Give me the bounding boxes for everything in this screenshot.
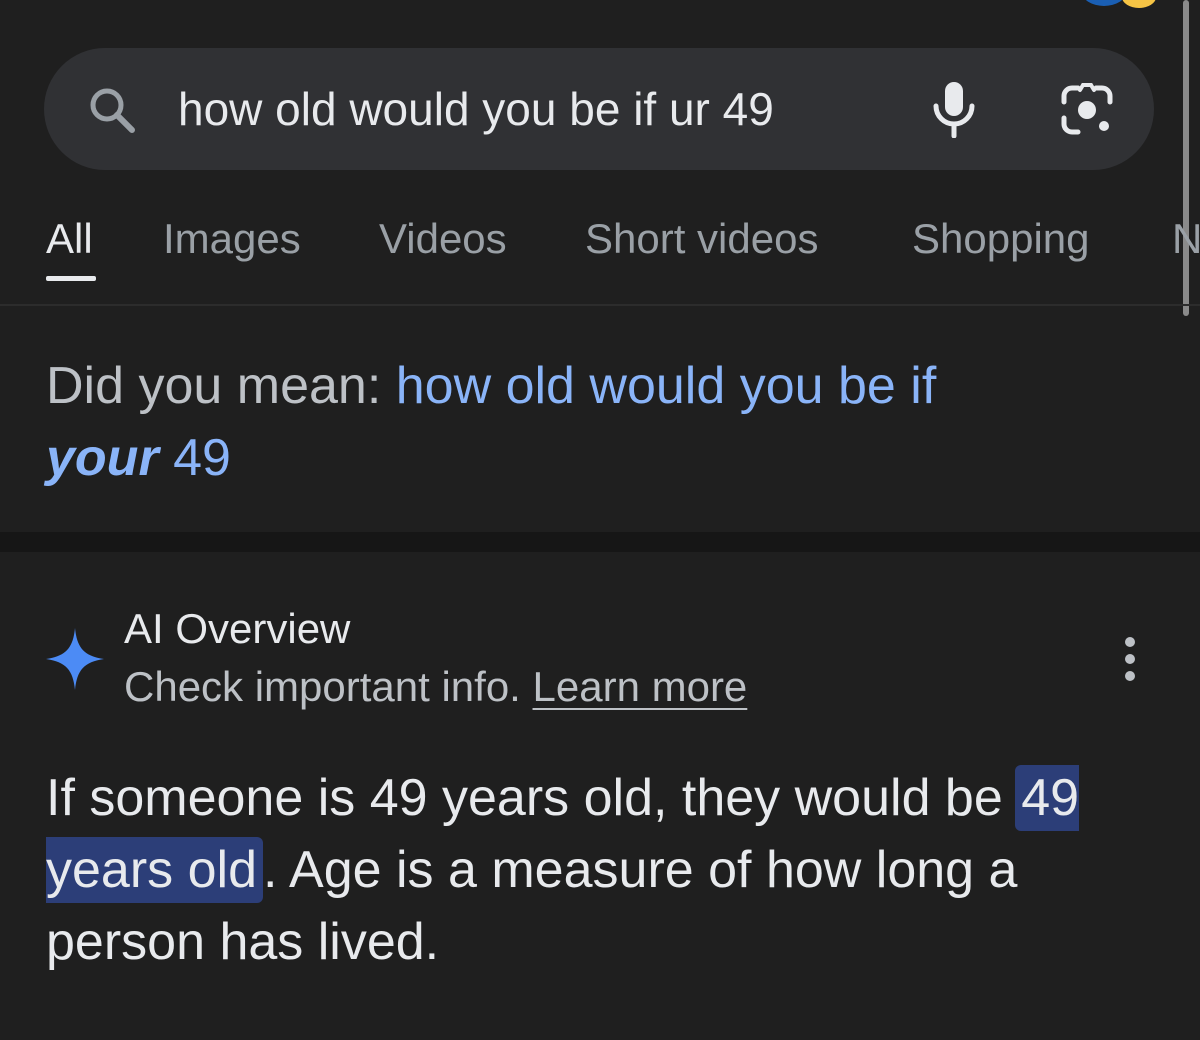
mic-icon[interactable]: [926, 80, 982, 138]
ai-overview-answer: If someone is 49 years old, they would b…: [46, 762, 1156, 978]
more-vertical-icon[interactable]: [1112, 636, 1148, 682]
did-you-mean-prefix: Did you mean:: [46, 357, 396, 415]
account-badge: [1122, 0, 1156, 8]
tab-shopping[interactable]: Shopping: [912, 214, 1090, 264]
search-icon[interactable]: [86, 84, 138, 136]
scrollbar[interactable]: [1183, 0, 1189, 316]
answer-start: If someone is 49 years old, they would b…: [46, 769, 1018, 827]
tabs-divider: [0, 304, 1200, 306]
ai-overview-title: AI Overview: [124, 605, 351, 652]
search-input[interactable]: [178, 78, 878, 140]
ai-overview-subtitle: Check important info. Learn more: [124, 662, 747, 712]
tab-short-videos[interactable]: Short videos: [585, 214, 818, 264]
suggestion-end[interactable]: 49: [159, 429, 231, 487]
sparkle-icon: [46, 628, 104, 690]
ai-overview-note: Check important info.: [124, 663, 533, 710]
tab-all[interactable]: All: [46, 214, 93, 264]
search-tabs: All Images Videos Short videos Shopping …: [0, 200, 1200, 304]
section-divider: [0, 532, 1200, 552]
did-you-mean: Did you mean: how old would you be if you…: [46, 350, 1146, 494]
account-avatar[interactable]: [1082, 0, 1126, 6]
tab-images[interactable]: Images: [163, 214, 301, 264]
tab-videos[interactable]: Videos: [379, 214, 507, 264]
camera-lens-icon[interactable]: [1058, 82, 1116, 138]
suggestion-correction[interactable]: your: [46, 429, 159, 487]
tab-active-indicator: [46, 276, 96, 281]
suggestion-start[interactable]: how old would you be if: [396, 357, 937, 415]
learn-more-link[interactable]: Learn more: [533, 663, 748, 710]
tab-news[interactable]: N: [1172, 214, 1200, 264]
